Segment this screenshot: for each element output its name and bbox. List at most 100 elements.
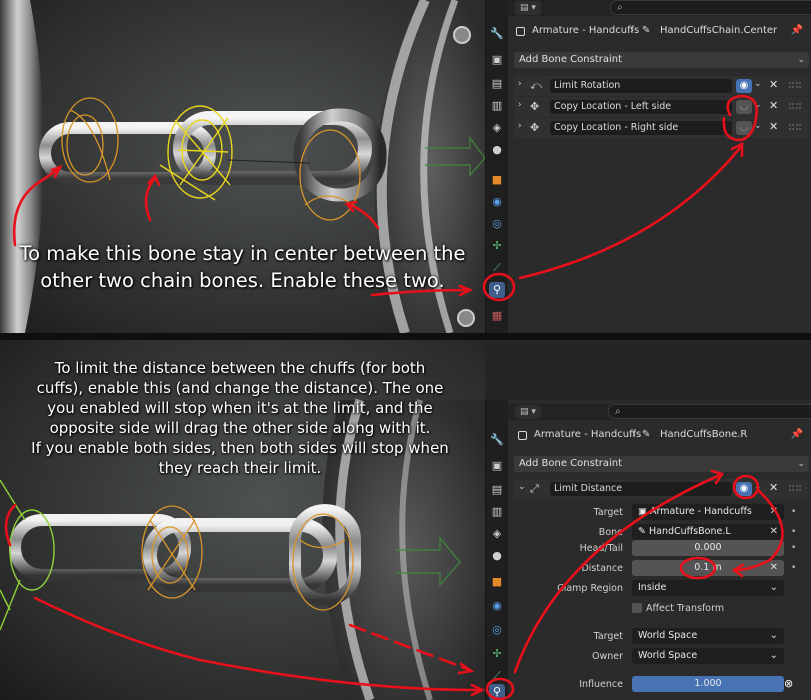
constraint-copy-location-right[interactable]: › ✥ Copy Location - Right side ◡ ⌄ ✕ [514,118,809,138]
output-icon[interactable]: ▤ [489,482,505,498]
expand-arrow-icon[interactable]: › [518,79,522,89]
target-space-dropdown[interactable]: World Space ⌄ [632,628,784,644]
area-divider[interactable] [0,333,811,340]
chevron-down-icon[interactable]: ⌄ [754,482,762,492]
drag-handle-icon[interactable] [789,485,801,491]
eye-icon[interactable]: ◉ [736,79,752,93]
search-input[interactable]: ⌕ [610,0,811,15]
pin-icon[interactable]: 📌 [791,22,803,40]
close-icon[interactable]: ✕ [770,524,778,540]
viewport-top[interactable]: To make this bone stay in center between… [0,0,485,333]
bone-constraint-icon[interactable]: ⚲ [489,282,505,298]
influence-slider[interactable]: 1.000 [632,676,784,692]
drag-handle-icon[interactable] [789,124,801,130]
constraint-limit-rotation[interactable]: › ⤺ Limit Rotation ◉ ⌄ ✕ [514,76,809,96]
instruction-line-1: To make this bone stay in center between… [19,242,466,265]
properties-tabs: 🔧 ▣ ▤ ▥ ◈ ● ■ ◉ ◎ ✢ ⟋ ⚲ [486,400,508,700]
modifier-icon[interactable]: ◉ [489,194,505,210]
add-bone-constraint-button[interactable]: Add Bone Constraint ⌄ [514,52,809,68]
owner-space-dropdown[interactable]: World Space ⌄ [632,648,784,664]
close-icon[interactable]: ✕ [769,78,778,91]
clamp-region-row: Clamp Region Inside ⌄ [516,580,809,597]
bone-row: Bone ✎ HandCuffsBone.L ✕ • [516,524,809,541]
close-icon[interactable]: ✕ [770,504,778,520]
affect-transform-label: Affect Transform [646,603,725,614]
close-icon[interactable]: ✕ [769,99,778,112]
scene-icon[interactable]: ◈ [489,120,505,136]
data-icon[interactable]: ⟋ [489,260,505,276]
instruction-line-3: you enabled will stop when it's at the l… [47,399,433,417]
bone-icon[interactable]: ✢ [489,646,505,662]
chevron-down-icon[interactable]: ⌄ [754,79,762,89]
constraint-name-field[interactable]: Limit Distance [550,482,732,496]
viewport-bottom[interactable]: To limit the distance between the chuffs… [0,340,485,700]
eye-closed-icon[interactable]: ◡ [736,121,752,135]
keyframe-dot-icon[interactable]: • [791,563,796,573]
breadcrumb-bone: HandCuffsChain.Center [660,25,778,36]
data-icon[interactable]: ⟋ [489,668,505,684]
reset-icon[interactable]: ✕ [770,560,778,576]
bone-value: HandCuffsBone.L [648,526,731,537]
world-icon[interactable]: ● [489,548,505,564]
properties-tabs: 🔧 ▣ ▤ ▥ ◈ ● ■ ◉ ◎ ✢ ⟋ ⚲ ▦ [486,0,508,333]
output-icon[interactable]: ▤ [489,76,505,92]
render-icon[interactable]: ▣ [489,52,505,68]
eye-closed-icon[interactable]: ◡ [736,100,752,114]
view-layer-icon[interactable]: ▥ [489,98,505,114]
eye-icon[interactable]: ◉ [736,482,752,496]
target-space-value: World Space [638,630,698,641]
modifier-icon[interactable]: ◉ [489,598,505,614]
add-bone-constraint-button[interactable]: Add Bone Constraint ⌄ [514,456,809,472]
wrench-icon[interactable]: 🔧 [489,26,505,42]
distance-label: Distance [581,563,623,574]
constraint-name-field[interactable]: Limit Rotation [550,79,732,93]
constraint-limit-distance[interactable]: ⌄ ⤢ Limit Distance ◉ ⌄ ✕ [514,479,809,499]
owner-space-label: Owner [591,651,623,662]
object-icon[interactable]: ■ [489,574,505,590]
view-layer-icon[interactable]: ▥ [489,504,505,520]
constraint-name-field[interactable]: Copy Location - Right side [550,121,732,135]
bone-field[interactable]: ✎ HandCuffsBone.L ✕ [632,524,784,540]
keyframe-dot-icon[interactable]: • [791,543,796,553]
headtail-field[interactable]: 0.000 [632,540,784,556]
clamp-region-dropdown[interactable]: Inside ⌄ [632,580,784,596]
chevron-down-icon[interactable]: ⌄ [754,121,762,131]
close-icon[interactable]: ✕ [769,481,778,494]
bone-constraint-icon[interactable]: ⚲ [489,684,505,700]
pin-icon[interactable]: 📌 [791,426,803,444]
constraint-copy-location-left[interactable]: › ✥ Copy Location - Left side ◡ ⌄ ✕ [514,97,809,117]
affect-transform-checkbox[interactable] [632,603,642,613]
instruction-text-top: To make this bone stay in center between… [0,240,485,294]
expand-arrow-icon[interactable]: › [518,121,522,131]
clear-icon[interactable]: ⊗ [784,677,793,690]
search-icon: ⌕ [617,2,623,13]
search-input[interactable]: ⌕ [608,404,811,419]
expand-arrow-icon[interactable]: › [518,100,522,110]
world-icon[interactable]: ● [489,142,505,158]
bone-icon[interactable]: ✢ [489,238,505,254]
drag-handle-icon[interactable] [789,103,801,109]
physics-icon[interactable]: ◎ [489,622,505,638]
keyframe-dot-icon[interactable]: • [791,507,796,517]
texture-icon[interactable]: ▦ [489,308,505,324]
instruction-line-4: opposite side will drag the other side a… [49,419,431,437]
close-icon[interactable]: ✕ [769,120,778,133]
scene-icon[interactable]: ◈ [489,526,505,542]
chevron-down-icon[interactable]: ⌄ [754,100,762,110]
target-value: Armature - Handcuffs [650,506,752,517]
render-icon[interactable]: ▣ [489,458,505,474]
distance-row: Distance 0.1 m ✕ • [516,560,809,577]
drag-handle-icon[interactable] [789,82,801,88]
distance-field[interactable]: 0.1 m ✕ [632,560,784,576]
wrench-icon[interactable]: 🔧 [489,432,505,448]
editor-type-menu[interactable]: ▤ ▾ [515,1,541,15]
collapse-arrow-icon[interactable]: ⌄ [518,482,526,492]
keyframe-dot-icon[interactable]: • [791,527,796,537]
armature-icon [516,27,525,36]
physics-icon[interactable]: ◎ [489,216,505,232]
editor-type-menu[interactable]: ▤ ▾ [515,405,541,419]
constraint-name-field[interactable]: Copy Location - Left side [550,100,732,114]
object-icon[interactable]: ■ [489,172,505,188]
target-field[interactable]: ▣ Armature - Handcuffs ✕ [632,504,784,520]
instruction-text-bottom: To limit the distance between the chuffs… [0,358,480,478]
